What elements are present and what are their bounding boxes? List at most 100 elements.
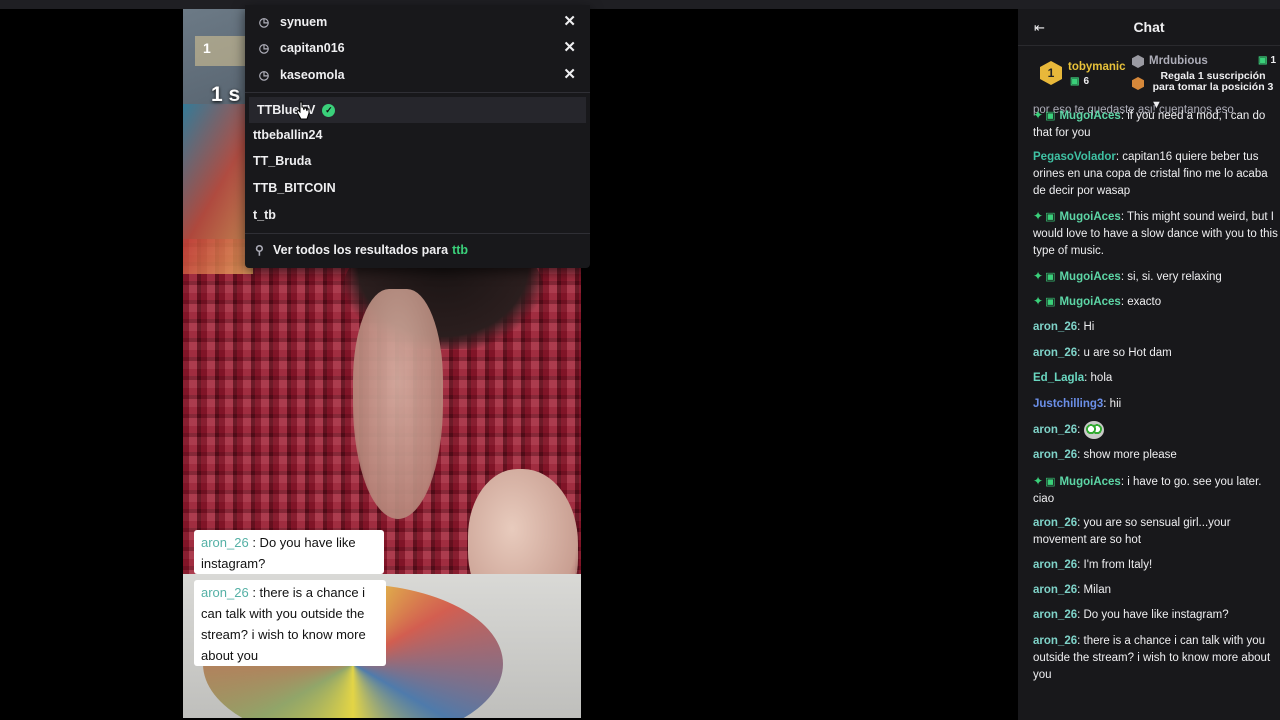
leaderboard-first-count: ▣ 6	[1070, 76, 1089, 87]
chat-username[interactable]: MugoiAces	[1059, 296, 1120, 308]
stream-page: 1 1 s aron_26 : Do you have like instagr…	[0, 0, 1280, 720]
gift-badge-icon: ▣	[1045, 211, 1056, 223]
chat-message: Ed_Lagla: hola	[1033, 370, 1278, 387]
chat-message: PegasoVolador: capitan16 quiere beber tu…	[1033, 149, 1278, 200]
stream-overlay-text: 1 s	[211, 83, 241, 106]
chat-username[interactable]: aron_26	[1033, 517, 1077, 529]
streamer-neck	[353, 289, 443, 519]
clock-icon: ◷	[258, 15, 270, 29]
see-all-results-link[interactable]: ⚲ Ver todos los resultados para ttb	[245, 237, 590, 263]
overlay-chat-bubble: aron_26 : Do you have like instagram?	[194, 530, 384, 574]
close-icon[interactable]: ✕	[563, 40, 576, 56]
chat-message-text: : show more please	[1077, 449, 1177, 461]
search-result-item[interactable]: t_tb	[245, 202, 590, 228]
gift-badge-icon: ▣	[1045, 110, 1056, 122]
chat-username[interactable]: Justchilling3	[1033, 398, 1103, 410]
chat-username[interactable]: aron_26	[1033, 347, 1077, 359]
search-result-item[interactable]: TTB_BITCOIN	[245, 175, 590, 201]
mouse-cursor-icon	[296, 101, 310, 120]
chat-message: ✦ ▣ MugoiAces: exacto	[1033, 293, 1278, 311]
recent-search-label: kaseomola	[280, 68, 345, 82]
chat-message-text: : Do you have like instagram?	[1077, 609, 1229, 621]
chat-username[interactable]: MugoiAces	[1059, 211, 1120, 223]
leaderboard-second-name[interactable]: Mrdubious	[1149, 55, 1208, 67]
chat-message: ✦ ▣ MugoiAces: si, si. very relaxing	[1033, 268, 1278, 286]
chat-header: ⇤ Chat	[1018, 9, 1280, 46]
chat-message: aron_26:	[1033, 421, 1278, 439]
recent-search-item[interactable]: ◷ kaseomola ✕	[245, 62, 590, 88]
top-bar	[0, 0, 1280, 9]
recent-search-item[interactable]: ◷ synuem ✕	[245, 9, 590, 35]
moderator-badge-icon: ✦	[1033, 294, 1044, 308]
verified-check-icon: ✓	[322, 103, 336, 117]
emote-icon	[1083, 421, 1104, 439]
chat-panel: ⇤ Chat 1 tobymanic ▣ 6 Mrdubious Regala 1…	[1018, 9, 1280, 720]
search-result-item[interactable]: ttbeballin24	[245, 122, 590, 148]
chat-message-text: : si, si. very relaxing	[1120, 271, 1222, 283]
chat-username[interactable]: MugoiAces	[1059, 271, 1120, 283]
moderator-badge-icon: ✦	[1033, 474, 1044, 488]
chat-username[interactable]: PegasoVolador	[1033, 151, 1116, 163]
rank-badge-icon: 1	[1040, 61, 1062, 85]
chat-username[interactable]: aron_26	[1033, 321, 1077, 333]
recent-search-label: capitan016	[280, 41, 345, 55]
chat-message-text: :	[1077, 424, 1084, 437]
chat-message: aron_26: you are so sensual girl...your …	[1033, 515, 1278, 549]
chat-message-text: : Hi	[1077, 321, 1095, 333]
chat-message: aron_26: show more please	[1033, 447, 1278, 464]
rank-badge-icon	[1132, 55, 1144, 68]
divider	[245, 92, 590, 93]
see-all-label: Ver todos los resultados para	[273, 243, 449, 257]
gift-badge-icon: ▣	[1045, 476, 1056, 488]
chat-message-text: : Milan	[1077, 584, 1111, 596]
chat-title: Chat	[1133, 19, 1165, 35]
chat-username[interactable]: aron_26	[1033, 584, 1077, 596]
moderator-badge-icon: ✦	[1033, 108, 1044, 122]
chat-message-text: : hola	[1084, 372, 1113, 384]
search-icon: ⚲	[255, 243, 264, 257]
gift-icon: ▣	[1070, 76, 1080, 87]
recent-search-label: synuem	[280, 15, 328, 29]
gift-sub-cta[interactable]: Regala 1 suscripción para tomar la posic…	[1149, 71, 1277, 93]
chat-message: aron_26: there is a chance i can talk wi…	[1033, 633, 1278, 684]
search-dropdown: ◷ synuem ✕ ◷ capitan016 ✕ ◷ kaseomola ✕ …	[245, 5, 590, 268]
gift-badge-icon: ▣	[1045, 296, 1056, 308]
search-result-label: t_tb	[253, 208, 276, 222]
chat-message-text: : hii	[1103, 398, 1122, 410]
moderator-badge-icon: ✦	[1033, 269, 1044, 283]
chat-message: aron_26: Hi	[1033, 319, 1278, 336]
overlay-chat-bubble: aron_26 : there is a chance i can talk w…	[194, 580, 386, 666]
chat-username[interactable]: Ed_Lagla	[1033, 372, 1084, 384]
recent-search-item[interactable]: ◷ capitan016 ✕	[245, 35, 590, 61]
leaderboard-first-count-value: 6	[1083, 76, 1090, 87]
search-result-label: TT_Bruda	[253, 154, 312, 168]
chat-username[interactable]: aron_26	[1033, 424, 1077, 436]
chat-message: ✦ ▣ MugoiAces: if you need a mod, i can do…	[1033, 107, 1278, 142]
leaderboard-count: ▣ 1	[1258, 55, 1276, 66]
overlay-chat-user: aron_26	[201, 585, 249, 600]
search-result-label: TTB_BITCOIN	[253, 181, 336, 195]
chat-message-text: : exacto	[1120, 296, 1162, 308]
close-icon[interactable]: ✕	[563, 67, 576, 83]
chat-message: ✦ ▣ MugoiAces: This might sound weird, but…	[1033, 208, 1278, 260]
chat-message: aron_26: I'm from Italy!	[1033, 557, 1278, 574]
leaderboard-first-name[interactable]: tobymanic	[1068, 61, 1126, 73]
search-result-item[interactable]: TT_Bruda	[245, 148, 590, 174]
close-icon[interactable]: ✕	[563, 14, 576, 30]
chat-username[interactable]: MugoiAces	[1059, 476, 1120, 488]
search-result-label: ttbeballin24	[253, 128, 323, 142]
chat-message-text: : I'm from Italy!	[1077, 559, 1153, 571]
chat-username[interactable]: aron_26	[1033, 609, 1077, 621]
chat-username[interactable]: aron_26	[1033, 559, 1077, 571]
gift-icon: ▣	[1258, 55, 1268, 66]
divider	[245, 233, 590, 234]
chat-message: Justchilling3: hii	[1033, 396, 1278, 413]
clock-icon: ◷	[258, 41, 270, 55]
chat-username[interactable]: aron_26	[1033, 449, 1077, 461]
moderator-badge-icon: ✦	[1033, 209, 1044, 223]
chat-username[interactable]: aron_26	[1033, 635, 1077, 647]
chat-message-text: : u are so Hot dam	[1077, 347, 1172, 359]
chat-message: aron_26: Do you have like instagram?	[1033, 607, 1278, 624]
clock-icon: ◷	[258, 68, 270, 82]
chat-username[interactable]: MugoiAces	[1059, 110, 1120, 122]
